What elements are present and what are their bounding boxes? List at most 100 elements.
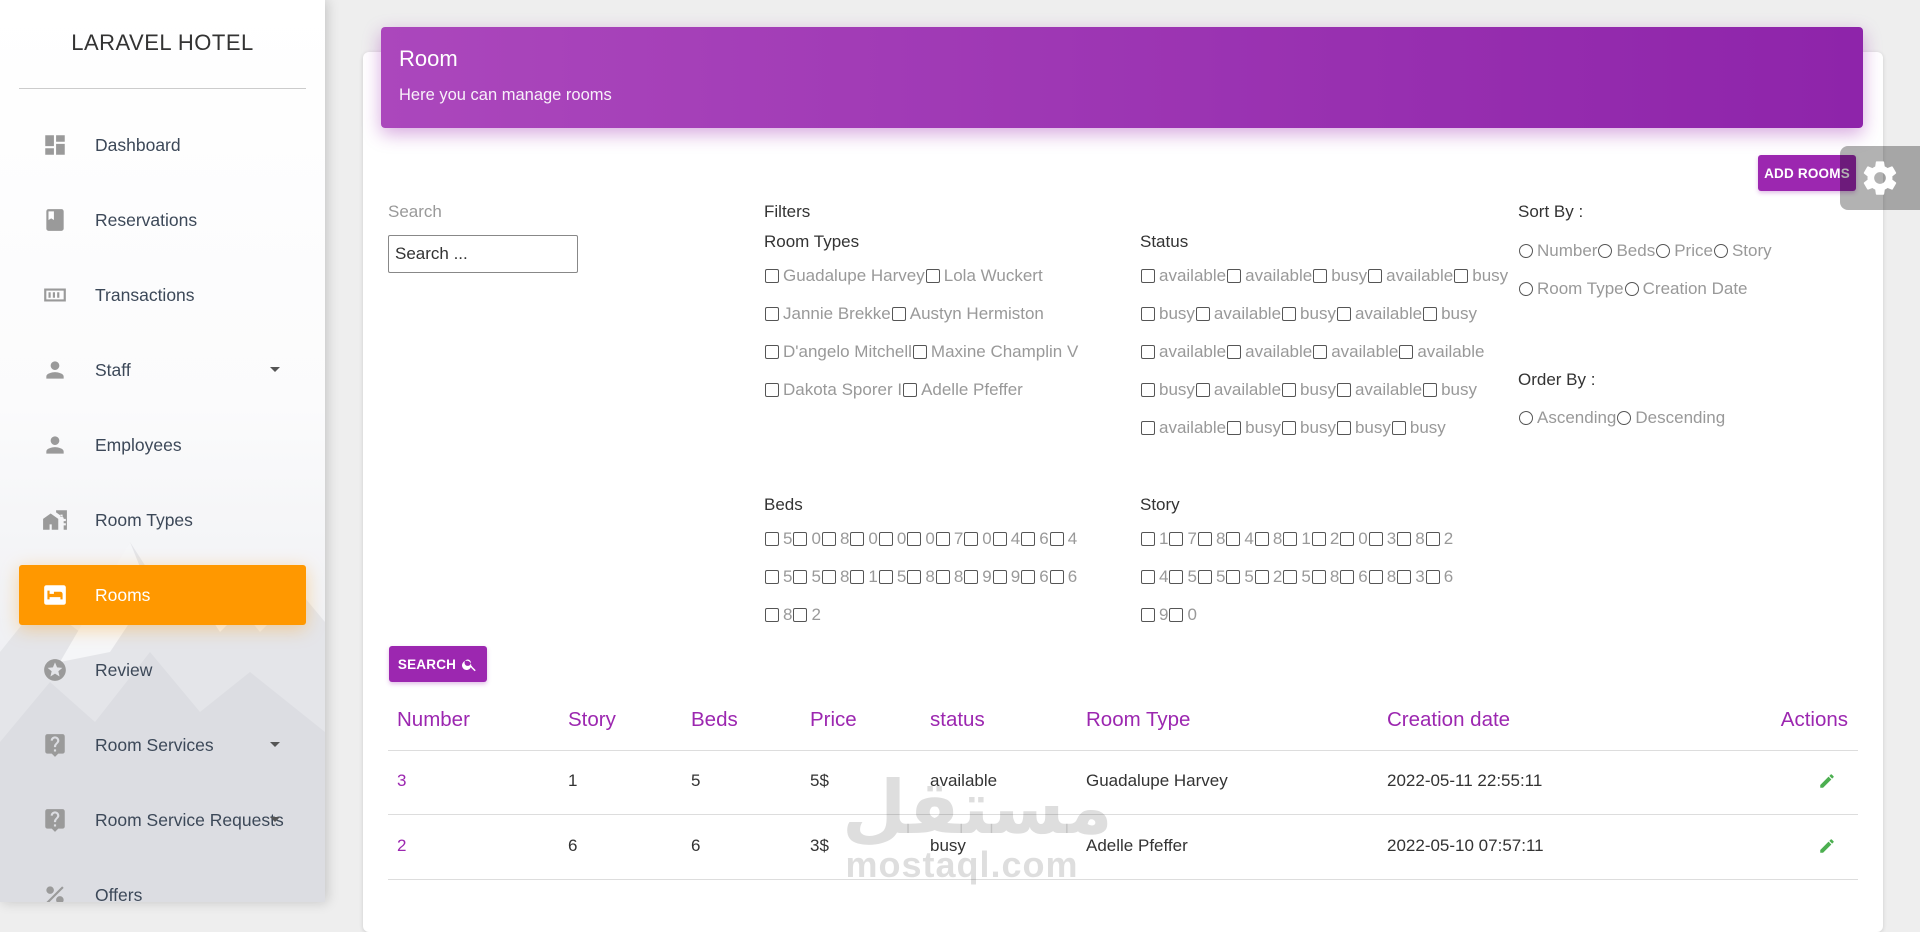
search-button[interactable]: SEARCH: [389, 646, 487, 682]
story-option[interactable]: 8: [1368, 558, 1396, 596]
beds-option[interactable]: 0: [878, 520, 906, 558]
radio-button[interactable]: [1598, 244, 1613, 258]
checkbox[interactable]: [1282, 307, 1297, 321]
checkbox[interactable]: [907, 570, 922, 584]
beds-option[interactable]: 5: [792, 558, 821, 596]
status-option[interactable]: available: [1140, 409, 1226, 447]
checkbox[interactable]: [1336, 307, 1351, 321]
checkbox[interactable]: [1141, 608, 1155, 622]
checkbox[interactable]: [821, 570, 836, 584]
checkbox[interactable]: [1021, 570, 1036, 584]
edit-icon[interactable]: [1818, 772, 1836, 790]
checkbox[interactable]: [1397, 532, 1412, 546]
checkbox[interactable]: [1368, 570, 1383, 584]
beds-option[interactable]: 8: [821, 520, 849, 558]
checkbox[interactable]: [1049, 532, 1064, 546]
cell-number[interactable]: 3: [397, 771, 406, 791]
sidebar-item-room-types[interactable]: Room Types: [19, 490, 306, 550]
radio-button[interactable]: [1519, 411, 1533, 425]
sort-by-option[interactable]: Room Type: [1518, 270, 1624, 308]
checkbox[interactable]: [1141, 532, 1155, 546]
beds-option[interactable]: 2: [792, 596, 821, 634]
status-option[interactable]: busy: [1281, 371, 1336, 409]
status-option[interactable]: busy: [1226, 409, 1281, 447]
checkbox[interactable]: [765, 307, 779, 321]
checkbox[interactable]: [1399, 345, 1414, 359]
checkbox[interactable]: [1141, 570, 1155, 584]
checkbox[interactable]: [1425, 532, 1440, 546]
checkbox[interactable]: [765, 532, 779, 546]
story-option[interactable]: 3: [1396, 558, 1425, 596]
story-option[interactable]: 3: [1368, 520, 1396, 558]
checkbox[interactable]: [935, 570, 950, 584]
column-header-room-type[interactable]: Room Type: [1086, 708, 1190, 732]
checkbox[interactable]: [912, 345, 927, 359]
status-option[interactable]: available: [1226, 333, 1312, 371]
sidebar-item-room-service-requests[interactable]: Room Service Requests: [19, 790, 306, 850]
beds-option[interactable]: 5: [878, 558, 906, 596]
beds-option[interactable]: 4: [1049, 520, 1077, 558]
checkbox[interactable]: [1227, 269, 1242, 283]
column-header-price[interactable]: Price: [810, 708, 857, 732]
sort-by-option[interactable]: Story: [1713, 232, 1772, 270]
status-option[interactable]: busy: [1336, 409, 1391, 447]
beds-option[interactable]: 0: [849, 520, 878, 558]
sidebar-item-review[interactable]: Review: [19, 640, 306, 700]
sidebar-item-staff[interactable]: Staff: [19, 340, 306, 400]
beds-option[interactable]: 9: [992, 558, 1020, 596]
checkbox[interactable]: [1311, 532, 1326, 546]
status-option[interactable]: available: [1226, 257, 1312, 295]
checkbox[interactable]: [964, 532, 979, 546]
checkbox[interactable]: [1313, 269, 1328, 283]
checkbox[interactable]: [878, 570, 893, 584]
checkbox[interactable]: [850, 532, 865, 546]
status-option[interactable]: available: [1367, 257, 1453, 295]
checkbox[interactable]: [1197, 532, 1212, 546]
checkbox[interactable]: [1368, 532, 1383, 546]
story-option[interactable]: 8: [1254, 520, 1282, 558]
checkbox[interactable]: [1313, 345, 1328, 359]
checkbox[interactable]: [765, 345, 779, 359]
beds-option[interactable]: 7: [935, 520, 963, 558]
status-option[interactable]: available: [1398, 333, 1484, 371]
sidebar-item-reservations[interactable]: Reservations: [19, 190, 306, 250]
status-option[interactable]: available: [1195, 371, 1281, 409]
story-option[interactable]: 4: [1225, 520, 1254, 558]
checkbox[interactable]: [1283, 570, 1298, 584]
status-option[interactable]: available: [1140, 257, 1226, 295]
column-header-story[interactable]: Story: [568, 708, 616, 732]
search-input[interactable]: [388, 235, 578, 273]
story-option[interactable]: 8: [1396, 520, 1425, 558]
cell-number[interactable]: 2: [397, 836, 406, 856]
sidebar-item-rooms[interactable]: Rooms: [19, 565, 306, 625]
story-option[interactable]: 5: [1282, 558, 1311, 596]
column-header-beds[interactable]: Beds: [691, 708, 738, 732]
column-header-number[interactable]: Number: [397, 708, 470, 732]
story-option[interactable]: 8: [1197, 520, 1225, 558]
story-option[interactable]: 4: [1140, 558, 1168, 596]
column-header-status[interactable]: status: [930, 708, 985, 732]
checkbox[interactable]: [1141, 421, 1155, 435]
story-option[interactable]: 1: [1140, 520, 1168, 558]
story-option[interactable]: 7: [1168, 520, 1197, 558]
edit-icon[interactable]: [1818, 837, 1836, 855]
checkbox[interactable]: [765, 608, 779, 622]
sort-by-option[interactable]: Number: [1518, 232, 1597, 270]
status-option[interactable]: busy: [1422, 295, 1477, 333]
checkbox[interactable]: [1227, 421, 1242, 435]
checkbox[interactable]: [1169, 570, 1184, 584]
beds-option[interactable]: 8: [821, 558, 849, 596]
checkbox[interactable]: [1141, 345, 1155, 359]
checkbox[interactable]: [1226, 532, 1241, 546]
checkbox[interactable]: [1423, 383, 1438, 397]
checkbox[interactable]: [1311, 570, 1326, 584]
checkbox[interactable]: [1391, 421, 1406, 435]
story-option[interactable]: 8: [1311, 558, 1339, 596]
checkbox[interactable]: [821, 532, 836, 546]
checkbox[interactable]: [1340, 532, 1355, 546]
checkbox[interactable]: [903, 383, 918, 397]
checkbox[interactable]: [1227, 345, 1242, 359]
radio-button[interactable]: [1713, 244, 1728, 258]
beds-option[interactable]: 0: [906, 520, 935, 558]
checkbox[interactable]: [1282, 383, 1297, 397]
